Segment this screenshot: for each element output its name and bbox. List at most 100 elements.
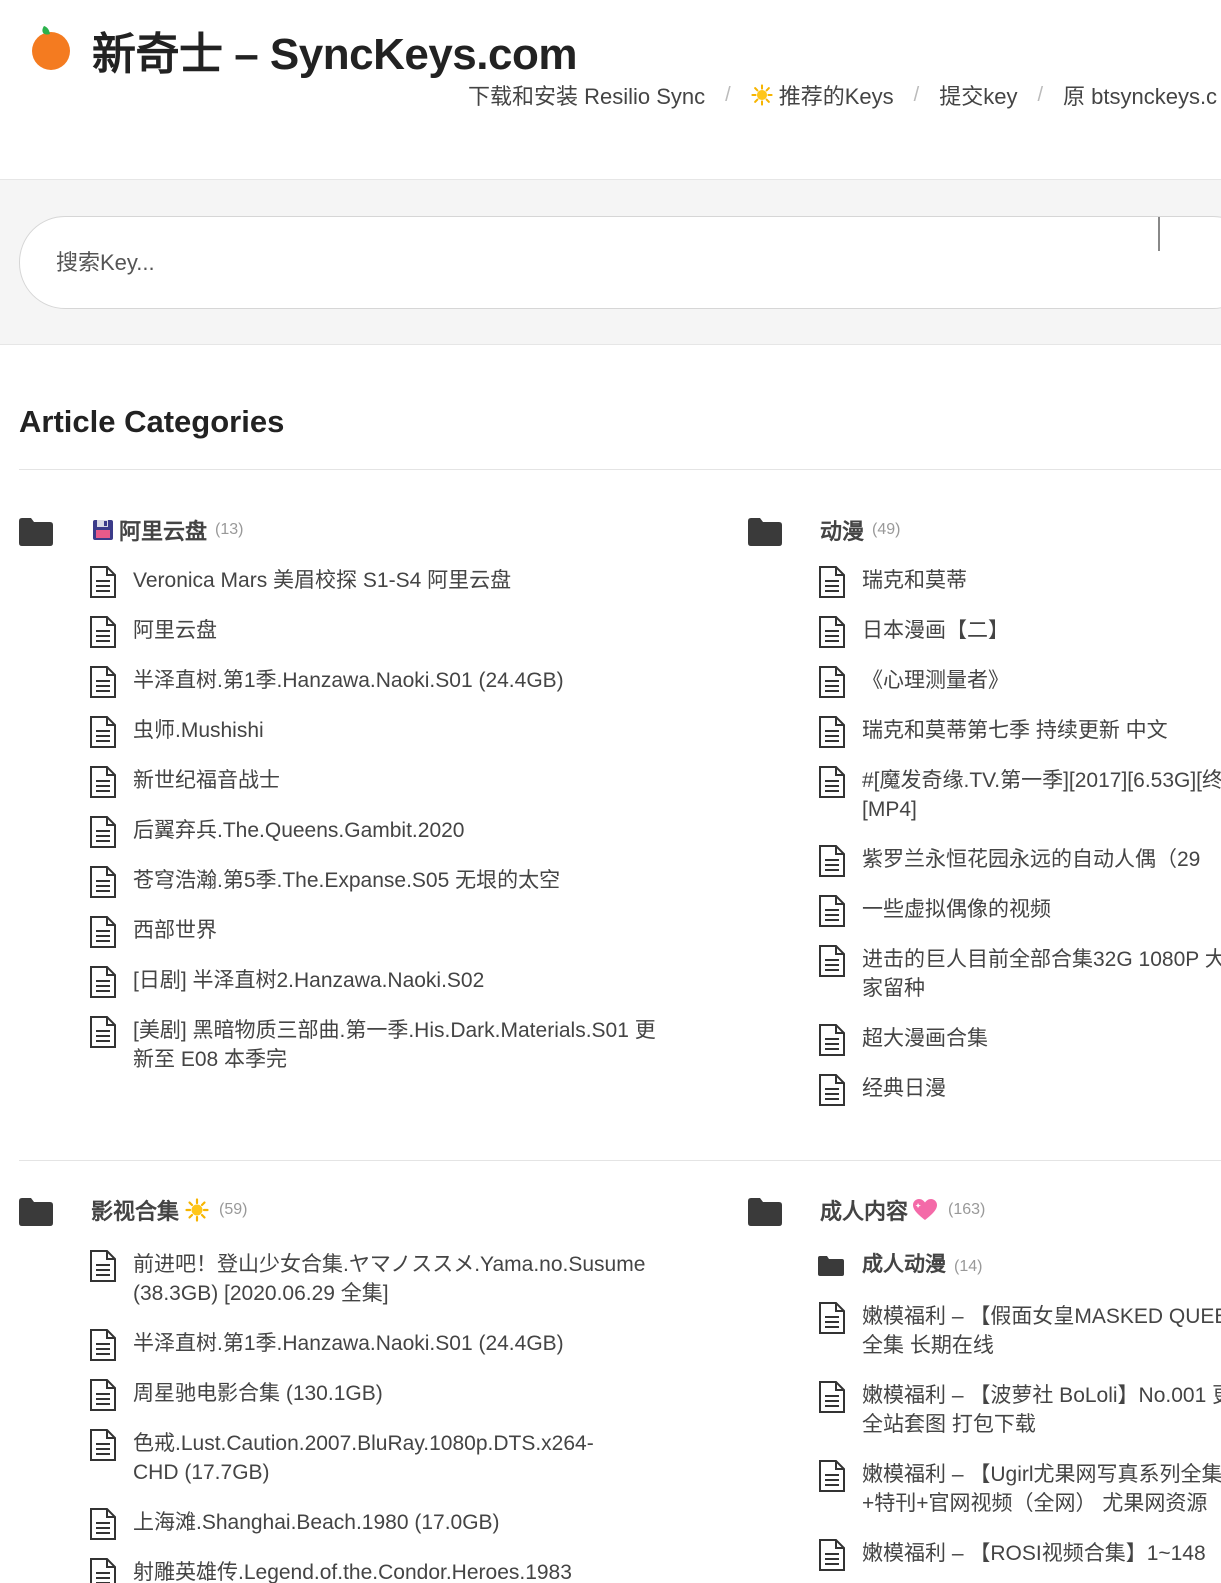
item-label: Veronica Mars 美眉校探 S1-S4 阿里云盘 [133, 569, 512, 592]
row-divider [19, 1160, 1221, 1161]
category-title[interactable]: 影视合集 (59) [91, 1194, 247, 1226]
item-label: 嫩模福利 – 【ROSI视频合集】1~148 [862, 1542, 1206, 1565]
list-item[interactable]: 嫩模福利 – 【波萝社 BoLoli】No.001 更新全站套图 打包下载 [818, 1381, 1221, 1439]
orange-logo-icon[interactable] [30, 22, 72, 72]
list-item[interactable]: 嫩模福利 – 【Ugirl尤果网写真系列全集】+特刊+官网视频（全网） 尤果网资… [818, 1460, 1221, 1518]
list-item[interactable]: 苍穹浩瀚.第5季.The.Expanse.S05 无垠的太空 [89, 866, 689, 898]
heart-icon [913, 1199, 938, 1220]
document-icon [819, 616, 845, 648]
list-item[interactable]: 瑞克和莫蒂第七季 持续更新 中文 [818, 716, 1218, 748]
site-title[interactable]: 新奇士 – SyncKeys.com [92, 18, 577, 82]
list-item[interactable]: 色戒.Lust.Caution.2007.BluRay.1080p.DTS.x2… [89, 1429, 629, 1487]
item-label: 瑞克和莫蒂 [862, 569, 967, 592]
list-item[interactable]: 进击的巨人目前全部合集32G 1080P 大家留种 [818, 945, 1221, 1003]
document-icon [90, 1016, 116, 1048]
search-box[interactable] [19, 216, 1221, 309]
item-label: 苍穹浩瀚.第5季.The.Expanse.S05 无垠的太空 [133, 869, 561, 892]
list-item[interactable]: 后翼弃兵.The.Queens.Gambit.2020 [89, 816, 689, 848]
document-icon [819, 1074, 845, 1106]
item-label: 嫩模福利 – 【波萝社 BoLoli】No.001 更新全站套图 打包下载 [862, 1384, 1221, 1436]
section-divider [19, 469, 1221, 470]
category-title[interactable]: 阿里云盘 (13) [91, 514, 243, 546]
nav-separator: / [913, 83, 920, 106]
document-icon [90, 1508, 116, 1540]
nav-original-site[interactable]: 原 btsynckeys.c [1063, 79, 1217, 111]
list-item[interactable]: 超大漫画合集 [818, 1024, 1218, 1056]
list-item[interactable]: Veronica Mars 美眉校探 S1-S4 阿里云盘 [89, 566, 689, 598]
category-title[interactable]: 动漫 (49) [820, 514, 900, 546]
list-item[interactable]: 半泽直树.第1季.Hanzawa.Naoki.S01 (24.4GB) [89, 666, 689, 698]
category-adult: 成人内容 (163) 成人动漫 (14) 嫩模福利 – 【假面女皇MASKED Q… [748, 1194, 1221, 1583]
list-item[interactable]: 周星驰电影合集 (130.1GB) [89, 1379, 649, 1411]
document-icon [90, 1329, 116, 1361]
list-item[interactable]: 半泽直树.第1季.Hanzawa.Naoki.S01 (24.4GB) [89, 1329, 649, 1361]
item-label: 周星驰电影合集 (130.1GB) [133, 1382, 383, 1405]
nav-recommended-label: 推荐的Keys [778, 84, 894, 109]
list-item[interactable]: 上海滩.Shanghai.Beach.1980 (17.0GB) [89, 1508, 649, 1540]
item-label: 瑞克和莫蒂第七季 持续更新 中文 [862, 719, 1168, 742]
item-label: 经典日漫 [862, 1077, 946, 1100]
item-label: 前进吧！登山少女合集.ヤマノススメ.Yama.no.Susume (38.3GB… [133, 1253, 646, 1305]
document-icon [90, 616, 116, 648]
list-item[interactable]: 虫师.Mushishi [89, 716, 689, 748]
document-icon [819, 766, 845, 798]
category-name: 阿里云盘 [119, 519, 208, 544]
item-label: #[魔发奇缘.TV.第一季][2017][6.53G][终][MP4] [862, 769, 1221, 821]
document-icon [90, 1250, 116, 1282]
nav-recommended-keys[interactable]: 推荐的Keys [751, 79, 894, 111]
document-icon [819, 945, 845, 977]
document-icon [819, 845, 845, 877]
document-icon [90, 916, 116, 948]
floppy-disk-icon [93, 520, 113, 540]
document-icon [90, 716, 116, 748]
document-icon [819, 895, 845, 927]
category-name: 成人内容 [820, 1199, 909, 1224]
list-item[interactable]: 射雕英雄传.Legend.of.the.Condor.Heroes.1983 (… [89, 1558, 649, 1583]
document-icon [90, 566, 116, 598]
list-item[interactable]: 前进吧！登山少女合集.ヤマノススメ.Yama.no.Susume (38.3GB… [89, 1250, 649, 1308]
item-label: 一些虚拟偶像的视频 [862, 898, 1051, 921]
item-label: 嫩模福利 – 【Ugirl尤果网写真系列全集】+特刊+官网视频（全网） 尤果网资… [862, 1463, 1221, 1515]
search-input[interactable] [56, 217, 1136, 308]
section-title: Article Categories [19, 404, 285, 439]
list-item[interactable]: [日剧] 半泽直树2.Hanzawa.Naoki.S02 [89, 966, 689, 998]
list-item[interactable]: 西部世界 [89, 916, 689, 948]
document-icon [819, 1302, 845, 1334]
item-label: 射雕英雄传.Legend.of.the.Condor.Heroes.1983 (… [133, 1561, 572, 1583]
category-name: 影视合集 [91, 1199, 180, 1224]
folder-icon [818, 1256, 844, 1276]
item-label: 日本漫画【二】 [862, 619, 1009, 642]
category-title[interactable]: 成人内容 (163) [820, 1194, 985, 1226]
category-anime: 动漫 (49) 瑞克和莫蒂 日本漫画【二】 《心理测量者》 瑞克和莫蒂第七季 持… [748, 514, 1221, 1114]
list-item[interactable]: 瑞克和莫蒂 [818, 566, 1218, 598]
list-item[interactable]: #[魔发奇缘.TV.第一季][2017][6.53G][终][MP4] [818, 766, 1221, 824]
category-count: (13) [215, 521, 244, 538]
document-icon [90, 816, 116, 848]
subcategory-name: 成人动漫 [862, 1253, 946, 1276]
item-label: 虫师.Mushishi [133, 719, 264, 742]
item-label: [美剧] 黑暗物质三部曲.第一季.His.Dark.Materials.S01 … [133, 1019, 656, 1071]
nav-download-resilio[interactable]: 下载和安装 Resilio Sync [468, 79, 705, 111]
list-item[interactable]: 嫩模福利 – 【ROSI视频合集】1~148 [818, 1539, 1221, 1571]
item-label: 嫩模福利 – 【假面女皇MASKED QUEEN】全集 长期在线 [862, 1305, 1221, 1357]
list-item[interactable]: 新世纪福音战士 [89, 766, 689, 798]
document-icon [819, 716, 845, 748]
list-item[interactable]: 一些虚拟偶像的视频 [818, 895, 1218, 927]
list-item[interactable]: [美剧] 黑暗物质三部曲.第一季.His.Dark.Materials.S01 … [89, 1016, 669, 1074]
list-item[interactable]: 阿里云盘 [89, 616, 689, 648]
item-label: 紫罗兰永恒花园永远的自动人偶（29 [862, 848, 1201, 871]
nav-submit-key[interactable]: 提交key [939, 79, 1017, 111]
list-item[interactable]: 经典日漫 [818, 1074, 1218, 1106]
folder-icon [19, 518, 53, 546]
list-item[interactable]: 《心理测量者》 [818, 666, 1218, 698]
item-label: 新世纪福音战士 [133, 769, 280, 792]
list-item[interactable]: 日本漫画【二】 [818, 616, 1218, 648]
list-item[interactable]: 嫩模福利 – 【假面女皇MASKED QUEEN】全集 长期在线 [818, 1302, 1221, 1360]
item-label: 上海滩.Shanghai.Beach.1980 (17.0GB) [133, 1511, 500, 1534]
list-item[interactable]: 紫罗兰永恒花园永远的自动人偶（29 [818, 845, 1218, 877]
item-label: 超大漫画合集 [862, 1027, 988, 1050]
site-header: 新奇士 – SyncKeys.com 下载和安装 Resilio Sync / … [0, 0, 1221, 180]
subcategory-adult-anime[interactable]: 成人动漫 (14) [818, 1250, 1221, 1281]
document-icon [90, 866, 116, 898]
category-movies: 影视合集 (59) 前进吧！登山少女合集.ヤマノススメ.Yama.no.Susu… [19, 1194, 699, 1583]
